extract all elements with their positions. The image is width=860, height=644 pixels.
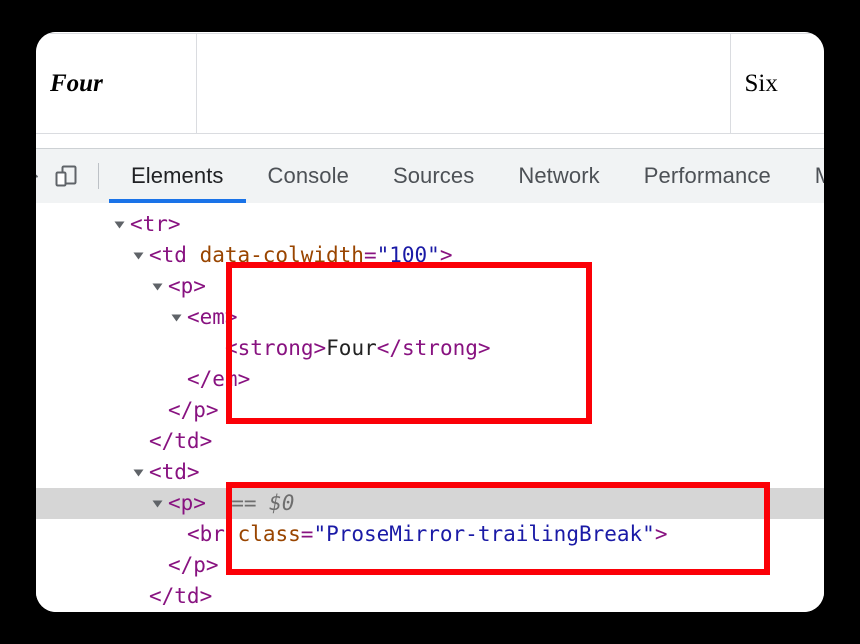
dom-token-attrname: data-colwidth (199, 243, 364, 267)
dom-tree-row[interactable]: <br class = "ProseMirror-trailingBreak" > (36, 519, 824, 550)
expand-triangle-icon[interactable] (152, 283, 163, 290)
dom-token-sel0: == $0 (205, 491, 295, 515)
devtools-tab-strip: Elements Console Sources Network Perform… (109, 149, 824, 203)
tab-network[interactable]: Network (496, 149, 621, 203)
devtools-toolbar: Elements Console Sources Network Perform… (36, 148, 824, 203)
dom-token-tag: <br (187, 522, 238, 546)
table-cell-empty[interactable] (195, 33, 731, 134)
dom-token-tag: </td> (149, 429, 213, 453)
browser-window: Four Six Elements Console Sources Networ… (36, 32, 824, 612)
dom-token-attrname: class (237, 522, 301, 546)
dom-token-tag: <td (149, 243, 200, 267)
expand-triangle-icon[interactable] (114, 221, 125, 228)
dom-tree-row[interactable]: </td> (36, 581, 824, 612)
dom-token-tag: <td> (149, 460, 200, 484)
dom-token-tag: <p> (168, 491, 206, 515)
devtools-toolbar-icons (36, 149, 109, 203)
dom-tree[interactable]: <tr> <td data-colwidth = "100" > <p> <em> <stro… (36, 203, 824, 612)
dom-token-tag: </p> (168, 398, 219, 422)
cell-text-four: Four (50, 69, 103, 97)
expand-triangle-icon[interactable] (152, 500, 163, 507)
tab-sources[interactable]: Sources (371, 149, 496, 203)
tab-console[interactable]: Console (246, 149, 371, 203)
dom-token-tag: </td> (149, 584, 213, 608)
dom-tree-row[interactable]: </p> (36, 550, 824, 581)
inspect-element-icon[interactable] (36, 149, 44, 203)
toolbar-divider (98, 163, 99, 189)
dom-token-attrval: "ProseMirror-trailingBreak" (313, 522, 655, 546)
dom-token-tag: <em> (187, 305, 238, 329)
dom-tree-row[interactable]: </em> (36, 364, 824, 395)
expand-triangle-icon[interactable] (133, 252, 144, 259)
screenshot-root: Four Six Elements Console Sources Networ… (0, 0, 860, 644)
devtools-panel: Elements Console Sources Network Perform… (36, 148, 824, 612)
dom-token-tag: > (654, 522, 668, 546)
dom-tree-row[interactable]: <td data-colwidth = "100" > (36, 240, 824, 271)
dom-token-tag: </strong> (376, 336, 491, 360)
dom-tree-row[interactable]: <p> (36, 271, 824, 302)
page-viewport: Four Six (36, 32, 824, 148)
dom-tree-row[interactable]: <em> (36, 302, 824, 333)
document-table: Four Six (36, 33, 824, 134)
dom-token-tag: = (300, 522, 314, 546)
tab-memory[interactable]: Me (793, 149, 824, 203)
expand-triangle-icon[interactable] (133, 469, 144, 476)
cell-text-six: Six (744, 69, 778, 97)
tab-performance[interactable]: Performance (622, 149, 793, 203)
dom-token-tag: <tr> (130, 212, 181, 236)
expand-triangle-icon[interactable] (171, 314, 182, 321)
table-cell-six[interactable]: Six (729, 33, 824, 134)
dom-tree-row[interactable]: </td> (36, 426, 824, 457)
dom-tree-row[interactable]: <tr> (36, 209, 824, 240)
dom-token-tag: <p> (168, 274, 206, 298)
dom-tree-row[interactable]: </p> (36, 395, 824, 426)
dom-token-tag: <strong> (225, 336, 327, 360)
dom-token-tag: > (439, 243, 453, 267)
dom-token-tag: = (363, 243, 377, 267)
dom-token-attrval: "100" (376, 243, 440, 267)
table-row: Four Six (36, 33, 824, 134)
dom-tree-row[interactable]: <strong> Four </strong> (36, 333, 824, 364)
dom-tree-row[interactable]: <td> (36, 457, 824, 488)
tab-elements[interactable]: Elements (109, 149, 246, 203)
table-cell-four[interactable]: Four (36, 33, 197, 134)
dom-tree-row[interactable]: <p> == $0 (36, 488, 824, 519)
device-toolbar-icon[interactable] (44, 149, 88, 203)
dom-token-txtnode: Four (326, 336, 377, 360)
dom-token-tag: </em> (187, 367, 251, 391)
dom-token-tag: </p> (168, 553, 219, 577)
